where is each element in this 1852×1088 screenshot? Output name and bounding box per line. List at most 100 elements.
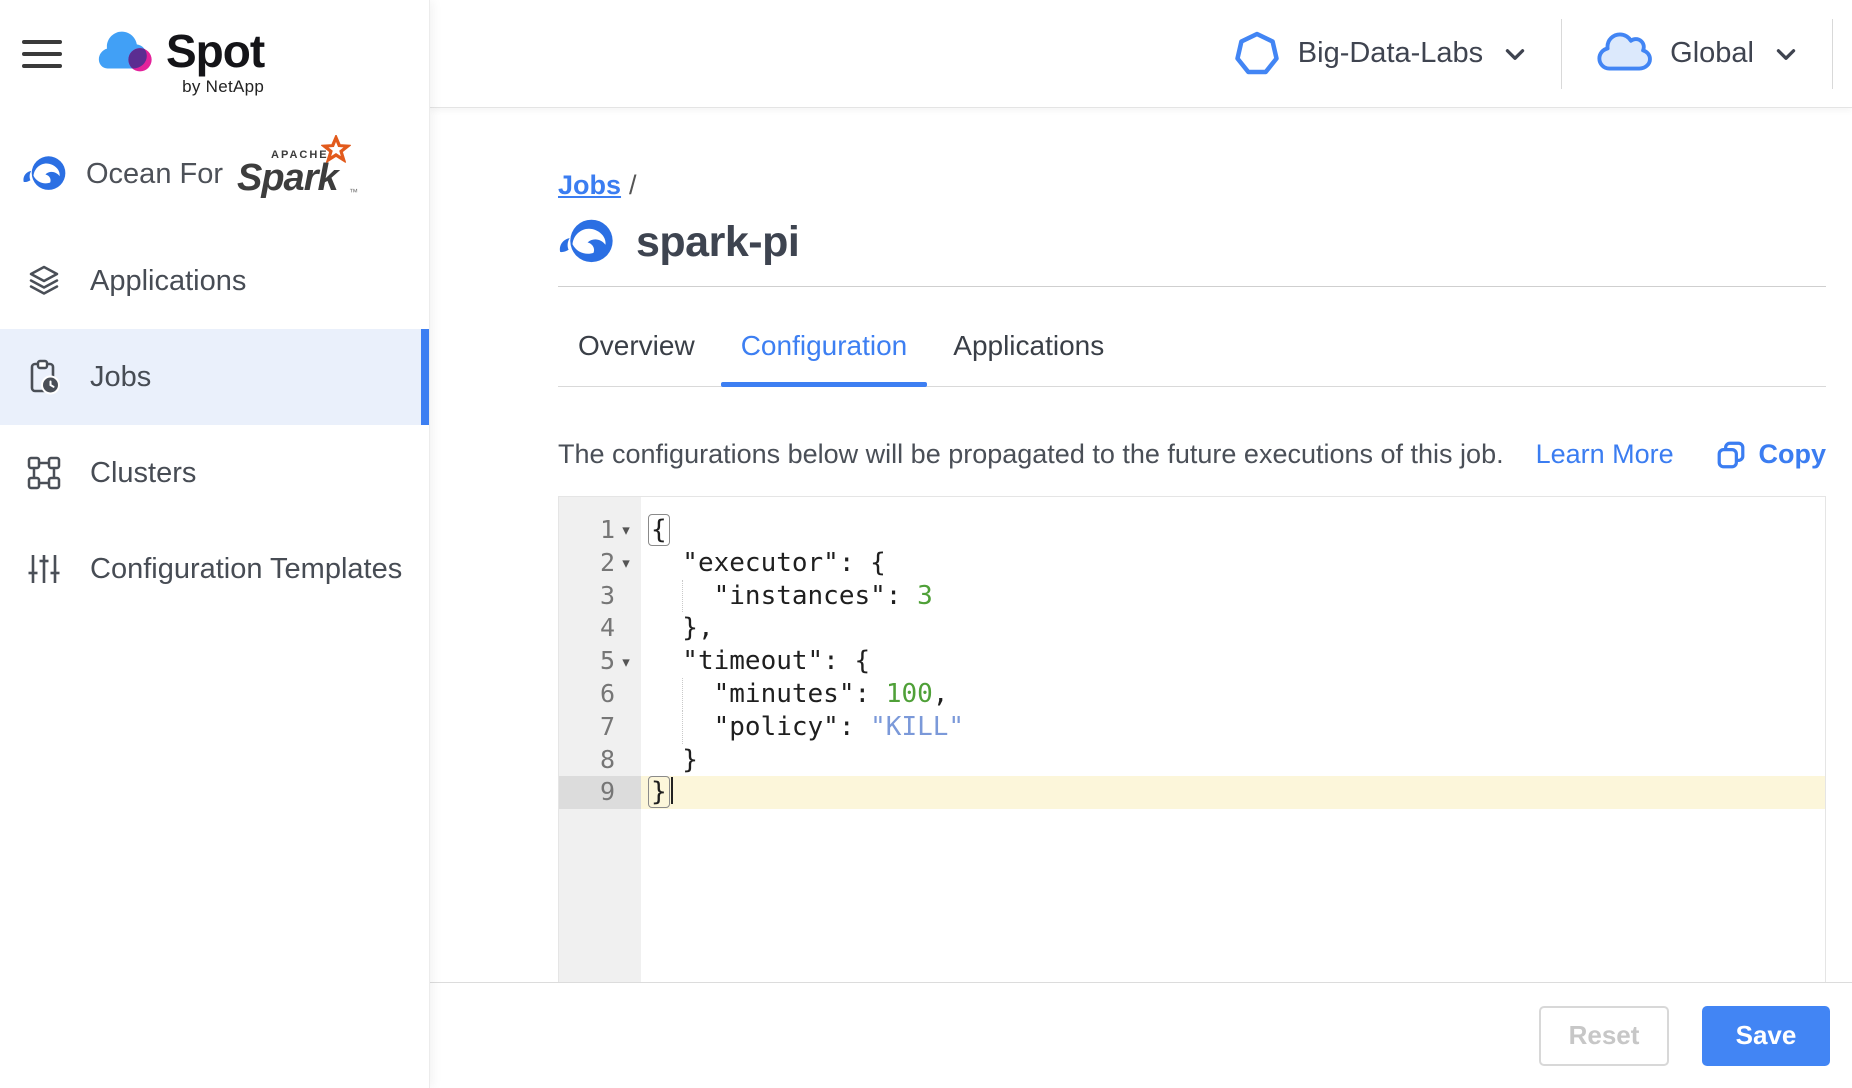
app-window: Spot by NetApp Ocean For APACHE Spark [0, 0, 1852, 1088]
line-number: 7 [600, 711, 615, 744]
chevron-down-icon [1773, 41, 1799, 67]
scope-picker[interactable]: Global [1595, 31, 1799, 77]
tab-bar: OverviewConfigurationApplications [558, 287, 1826, 387]
breadcrumb: Jobs / [558, 170, 1826, 201]
code-segment-number: 100 [886, 679, 933, 709]
spot-cloud-icon [94, 29, 156, 73]
fold-arrow-icon[interactable]: ▾ [615, 554, 637, 572]
code-segment-bracket-match: { [648, 514, 670, 546]
title-row: spark-pi [558, 217, 1826, 267]
product-ocean-for-spark[interactable]: Ocean For APACHE Spark ™ [22, 143, 429, 205]
gutter-line-8: 8 [559, 744, 641, 777]
gutter-line-2[interactable]: 2▾ [559, 547, 641, 580]
line-number: 2 [600, 547, 615, 580]
scope-picker-label: Global [1670, 37, 1754, 70]
line-number: 9 [600, 776, 615, 809]
sidebar-item-jobs[interactable]: Jobs [0, 329, 429, 425]
copy-button[interactable]: Copy [1716, 439, 1827, 470]
line-number: 5 [600, 645, 615, 678]
line-number: 6 [600, 678, 615, 711]
line-number: 4 [600, 612, 615, 645]
org-picker-label: Big-Data-Labs [1298, 37, 1483, 70]
fold-arrow-icon[interactable]: ▾ [615, 653, 637, 671]
code-segment-plain: "executor": { [651, 548, 886, 578]
gutter-line-1[interactable]: 1▾ [559, 514, 641, 547]
copy-button-label: Copy [1759, 439, 1827, 470]
code-line-7[interactable]: "policy": "KILL" [641, 711, 1825, 744]
code-line-1[interactable]: { [641, 514, 1825, 547]
copy-icon [1716, 440, 1746, 470]
code-segment-plain: }, [651, 613, 714, 643]
sidebar-item-label: Applications [90, 265, 246, 298]
code-segment-plain: } [651, 745, 698, 775]
config-description: The configurations below will be propaga… [558, 439, 1504, 470]
spot-logo[interactable]: Spot by NetApp [94, 28, 264, 97]
footer-bar: Reset Save [430, 982, 1852, 1088]
code-line-4[interactable]: }, [641, 612, 1825, 645]
breadcrumb-separator: / [629, 170, 637, 200]
save-button[interactable]: Save [1702, 1006, 1830, 1066]
gutter-line-9: 9 [559, 776, 641, 809]
sliders-icon [26, 551, 62, 587]
description-row: The configurations below will be propaga… [558, 439, 1826, 470]
sidebar-item-configuration-templates[interactable]: Configuration Templates [0, 521, 429, 617]
cloud-icon [1595, 31, 1657, 77]
gutter-line-6: 6 [559, 678, 641, 711]
main-area: Big-Data-Labs Global [430, 0, 1852, 1088]
page-title: spark-pi [636, 218, 799, 267]
line-number: 3 [600, 580, 615, 613]
gutter-line-4: 4 [559, 612, 641, 645]
editor-code[interactable]: { "executor": { "instances": 3 }, "timeo… [641, 497, 1825, 982]
code-line-5[interactable]: "timeout": { [641, 645, 1825, 678]
sidebar-item-label: Jobs [90, 361, 151, 394]
code-segment-number: 3 [917, 581, 933, 611]
product-prefix-label: Ocean For [86, 158, 223, 191]
code-line-8[interactable]: } [641, 744, 1825, 777]
line-number: 1 [600, 514, 615, 547]
sidebar-item-clusters[interactable]: Clusters [0, 425, 429, 521]
tab-applications[interactable]: Applications [933, 330, 1124, 386]
code-line-6[interactable]: "minutes": 100, [641, 678, 1825, 711]
job-wave-icon [558, 217, 616, 267]
page-content: Jobs / spark-pi OverviewConfigurationAppl… [430, 108, 1852, 982]
fold-arrow-icon[interactable]: ▾ [615, 521, 637, 539]
spark-star-icon [321, 135, 351, 165]
code-line-2[interactable]: "executor": { [641, 547, 1825, 580]
code-segment-plain: "policy": [651, 712, 870, 742]
learn-more-link[interactable]: Learn More [1536, 439, 1674, 470]
brand-byline: by NetApp [182, 77, 264, 97]
tab-overview[interactable]: Overview [558, 330, 715, 386]
clipboard-clock-icon [26, 359, 62, 395]
json-editor[interactable]: 1▾2▾345▾6789 { "executor": { "instances"… [558, 496, 1826, 982]
layers-icon [26, 263, 62, 299]
code-line-3[interactable]: "instances": 3 [641, 580, 1825, 613]
line-number: 8 [600, 744, 615, 777]
breadcrumb-jobs-link[interactable]: Jobs [558, 170, 621, 200]
gutter-line-5[interactable]: 5▾ [559, 645, 641, 678]
chevron-down-icon [1502, 41, 1528, 67]
code-segment-plain: "timeout": { [651, 646, 870, 676]
editor-gutter: 1▾2▾345▾6789 [559, 497, 641, 982]
code-segment-string: "KILL" [870, 712, 964, 742]
hamburger-menu-icon[interactable] [22, 40, 62, 68]
sidebar-item-label: Configuration Templates [90, 553, 402, 586]
tab-configuration[interactable]: Configuration [721, 330, 928, 386]
heptagon-icon [1233, 30, 1281, 78]
sidebar-header: Spot by NetApp [0, 0, 429, 97]
cluster-icon [26, 455, 62, 491]
code-segment-plain: "instances": [651, 581, 917, 611]
topbar-divider [1832, 19, 1833, 89]
sidebar-item-applications[interactable]: Applications [0, 233, 429, 329]
org-picker[interactable]: Big-Data-Labs [1233, 30, 1528, 78]
sidebar-nav: Applications Jobs Clusters Configuration Te… [0, 233, 429, 617]
sidebar-item-label: Clusters [90, 457, 196, 490]
reset-button[interactable]: Reset [1539, 1006, 1669, 1066]
text-cursor [671, 777, 674, 804]
code-line-9[interactable]: } [641, 776, 1825, 809]
code-segment-plain: "minutes": [651, 679, 886, 709]
gutter-line-7: 7 [559, 711, 641, 744]
code-segment-plain: , [933, 679, 949, 709]
gutter-line-3: 3 [559, 580, 641, 613]
apache-spark-logo: APACHE Spark ™ [237, 143, 357, 205]
topbar-divider [1561, 19, 1562, 89]
